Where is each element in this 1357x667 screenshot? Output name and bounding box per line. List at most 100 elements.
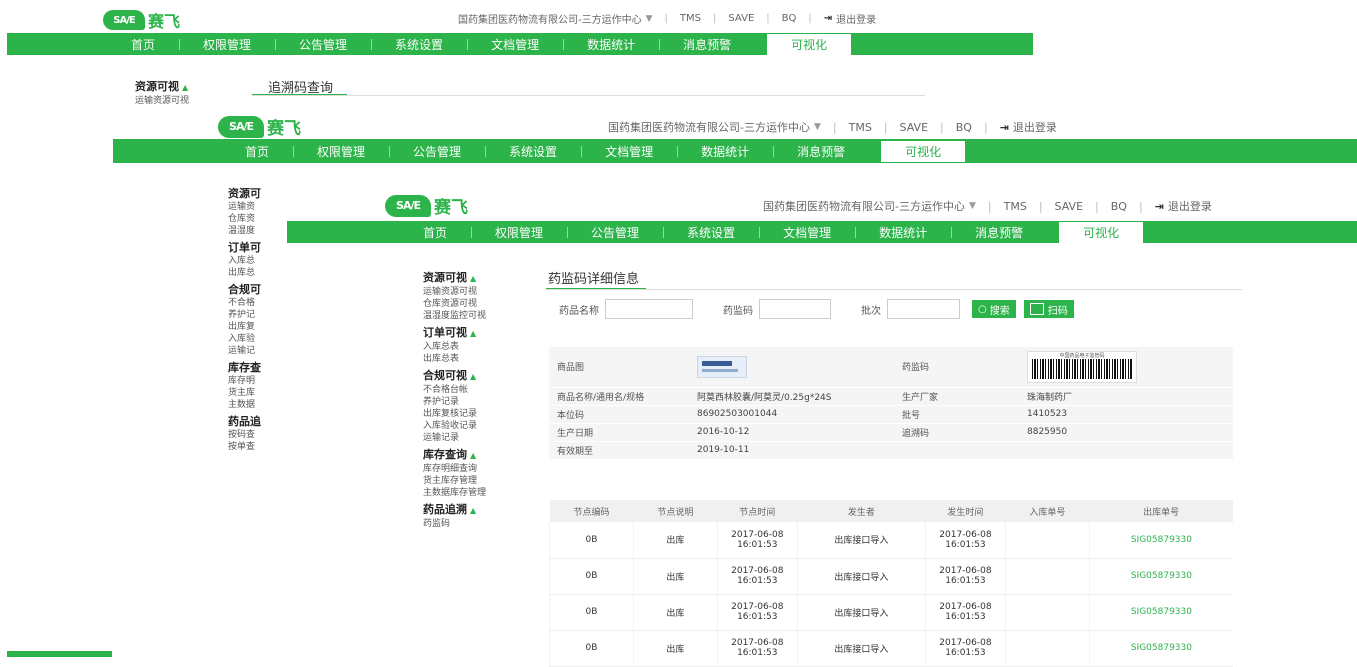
sidebar-item[interactable]: 不合格 xyxy=(228,297,288,309)
nav-permissions[interactable]: 权限管理 xyxy=(179,36,275,53)
scan-button[interactable]: 扫码 xyxy=(1023,300,1074,318)
sidebar-item[interactable]: 温湿度监控可视 xyxy=(423,310,486,322)
nav-documents[interactable]: 文档管理 xyxy=(581,143,677,160)
cell-occur-time: 2017-06-08 16:01:53 xyxy=(924,522,1006,559)
sidebar-item[interactable]: 运输记录 xyxy=(423,432,486,444)
sidebar-item[interactable]: 入库验 xyxy=(228,333,288,345)
nav-home[interactable]: 首页 xyxy=(399,224,471,241)
sidebar-item[interactable]: 药监码 xyxy=(423,518,486,530)
link-save[interactable]: SAVE xyxy=(1055,200,1083,213)
link-tms[interactable]: TMS xyxy=(849,121,872,134)
code-input[interactable] xyxy=(759,299,831,319)
nav-home[interactable]: 首页 xyxy=(221,143,293,160)
cell-outbound-no-link[interactable]: SIG05879330 xyxy=(1088,522,1233,559)
nav-visualization[interactable]: 可视化 xyxy=(1059,221,1144,243)
logout-link[interactable]: 退出登录 xyxy=(1013,119,1057,135)
sidebar-item[interactable]: 运输资源可视 xyxy=(135,95,189,107)
sidebar-group-orders[interactable]: 订单可视 ▲ xyxy=(423,326,486,341)
nav-alerts[interactable]: 消息预警 xyxy=(773,143,869,160)
link-save[interactable]: SAVE xyxy=(900,121,928,134)
nav-notices[interactable]: 公告管理 xyxy=(275,36,371,53)
barcode-cell: 中国药品电子监管码 xyxy=(1019,347,1233,388)
sidebar-item[interactable]: 养护记 xyxy=(228,309,288,321)
nav-statistics[interactable]: 数据统计 xyxy=(855,224,951,241)
nav-documents[interactable]: 文档管理 xyxy=(759,224,855,241)
sidebar-item[interactable]: 入库总 xyxy=(228,255,288,267)
sidebar-item[interactable]: 按单查 xyxy=(228,441,288,453)
nav-home[interactable]: 首页 xyxy=(107,36,179,53)
title-divider xyxy=(252,95,925,96)
sidebar-item[interactable]: 入库总表 xyxy=(423,341,486,353)
sidebar-group-resources[interactable]: 资源可视 ▲ xyxy=(135,80,189,95)
sidebar-item[interactable]: 养护记录 xyxy=(423,396,486,408)
detail-row: 商品图 药监码 中国药品电子监管码 xyxy=(549,347,1233,388)
sidebar-group[interactable]: 库存查 xyxy=(228,361,288,375)
nav-settings[interactable]: 系统设置 xyxy=(663,224,759,241)
sidebar-item[interactable]: 货主库存管理 xyxy=(423,475,486,487)
sidebar-group-inventory[interactable]: 库存查询 ▲ xyxy=(423,448,486,463)
sidebar-group[interactable]: 资源可 xyxy=(228,187,288,201)
sidebar-item[interactable]: 出库总表 xyxy=(423,353,486,365)
table-row: 0B 出库 2017-06-08 16:01:53 出库接口导入 2017-06… xyxy=(549,558,1233,595)
drug-name-input[interactable] xyxy=(605,299,693,319)
nav-statistics[interactable]: 数据统计 xyxy=(677,143,773,160)
link-bq[interactable]: BQ xyxy=(782,13,797,24)
cell-outbound-no-link[interactable]: SIG05879330 xyxy=(1088,594,1233,631)
link-save[interactable]: SAVE xyxy=(728,13,754,24)
logout-icon: ⇥ xyxy=(999,120,1009,134)
nav-permissions[interactable]: 权限管理 xyxy=(471,224,567,241)
link-bq[interactable]: BQ xyxy=(956,121,972,134)
sidebar-group-compliance[interactable]: 合规可视 ▲ xyxy=(423,369,486,384)
nav-notices[interactable]: 公告管理 xyxy=(567,224,663,241)
nav-visualization[interactable]: 可视化 xyxy=(881,140,966,162)
logout-link[interactable]: 退出登录 xyxy=(836,11,876,26)
sidebar-item[interactable]: 仓库资源可视 xyxy=(423,298,486,310)
sidebar-item[interactable]: 入库验收记录 xyxy=(423,420,486,432)
sidebar-group[interactable]: 合规可 xyxy=(228,283,288,297)
nav-settings[interactable]: 系统设置 xyxy=(485,143,581,160)
company-select[interactable]: 国药集团医药物流有限公司-三方运作中心 xyxy=(763,198,965,214)
link-tms[interactable]: TMS xyxy=(1004,200,1027,213)
link-tms[interactable]: TMS xyxy=(680,13,701,24)
sidebar-item[interactable]: 不合格台帐 xyxy=(423,384,486,396)
cell-outbound-no-link[interactable]: SIG05879330 xyxy=(1088,558,1233,595)
sidebar-group-resources[interactable]: 资源可视 ▲ xyxy=(423,271,486,286)
sidebar-item[interactable]: 出库复 xyxy=(228,321,288,333)
column-header: 发生者 xyxy=(797,500,926,522)
sidebar-item[interactable]: 主数据库存管理 xyxy=(423,487,486,499)
sidebar-item[interactable]: 温湿度 xyxy=(228,225,288,237)
sidebar-item[interactable]: 运输记 xyxy=(228,345,288,357)
nav-permissions[interactable]: 权限管理 xyxy=(293,143,389,160)
company-select[interactable]: 国药集团医药物流有限公司-三方运作中心 xyxy=(458,11,642,26)
sidebar-item[interactable]: 运输资 xyxy=(228,201,288,213)
sidebar-item[interactable]: 运输资源可视 xyxy=(423,286,486,298)
cell-node-time: 2017-06-08 16:01:53 xyxy=(716,594,798,631)
search-button[interactable]: ○ 搜索 xyxy=(972,300,1016,318)
sidebar-item[interactable]: 库存明细查询 xyxy=(423,463,486,475)
sidebar-item[interactable]: 仓库资 xyxy=(228,213,288,225)
nav-statistics[interactable]: 数据统计 xyxy=(563,36,659,53)
sidebar-item[interactable]: 按码查 xyxy=(228,429,288,441)
nav-visualization[interactable]: 可视化 xyxy=(767,33,852,55)
logout-icon: ⇥ xyxy=(823,13,833,24)
sidebar-item[interactable]: 货主库 xyxy=(228,387,288,399)
sidebar-item[interactable]: 库存明 xyxy=(228,375,288,387)
detail-label xyxy=(894,441,1019,460)
nav-alerts[interactable]: 消息预警 xyxy=(951,224,1047,241)
nav-documents[interactable]: 文档管理 xyxy=(467,36,563,53)
sidebar-item[interactable]: 主数据 xyxy=(228,399,288,411)
batch-input[interactable] xyxy=(887,299,960,319)
logout-link[interactable]: 退出登录 xyxy=(1168,198,1212,214)
nav-settings[interactable]: 系统设置 xyxy=(371,36,467,53)
nav-alerts[interactable]: 消息预警 xyxy=(659,36,755,53)
nav-notices[interactable]: 公告管理 xyxy=(389,143,485,160)
cell-outbound-no-link[interactable]: SIG05879330 xyxy=(1088,630,1233,667)
link-bq[interactable]: BQ xyxy=(1111,200,1127,213)
sidebar-group[interactable]: 药品追 xyxy=(228,415,288,429)
sidebar-group-trace[interactable]: 药品追溯 ▲ xyxy=(423,503,486,518)
sidebar-group[interactable]: 订单可 xyxy=(228,241,288,255)
main-nav: 首页 权限管理 公告管理 系统设置 文档管理 数据统计 消息预警 可视化 xyxy=(113,139,1357,163)
company-select[interactable]: 国药集团医药物流有限公司-三方运作中心 xyxy=(608,119,810,135)
sidebar-item[interactable]: 出库复核记录 xyxy=(423,408,486,420)
sidebar-item[interactable]: 出库总 xyxy=(228,267,288,279)
